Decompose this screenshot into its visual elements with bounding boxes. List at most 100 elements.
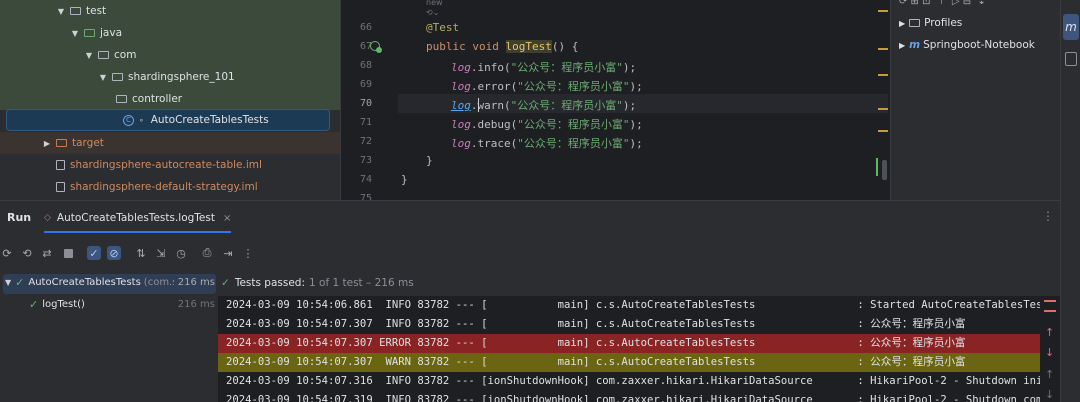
warning-mark[interactable] [878, 10, 888, 12]
string-token: "公众号：程序员小富" [510, 61, 623, 74]
chevron-right-icon[interactable]: ▶ [899, 41, 905, 50]
console-line: 2024-03-09 10:54:06.861 INFO 83782 --- [… [226, 299, 1040, 311]
console-line-warn: 2024-03-09 10:54:07.307 WARN 83782 --- [… [218, 353, 1040, 372]
test-suite-package: (com.sha [143, 277, 174, 288]
editor-scrollbar-thumb[interactable] [882, 160, 887, 180]
arrow-down-icon[interactable]: ↓ [1045, 346, 1054, 359]
method-name-token: logTest [505, 40, 552, 53]
test-method-label: logTest() [42, 299, 85, 310]
folder-icon [70, 7, 81, 15]
chevron-down-icon[interactable]: ▼ [5, 278, 11, 287]
export-icon[interactable]: ⎙ [200, 246, 214, 260]
warning-mark[interactable] [878, 130, 888, 132]
code-token: .error( [470, 80, 518, 93]
package-icon [112, 73, 123, 81]
line-number: 74 [359, 174, 372, 185]
test-suite-label: AutoCreateTablesTests [28, 277, 141, 288]
run-tab-label: AutoCreateTablesTests.logTest [56, 212, 215, 224]
test-duration: 216 ms [177, 299, 215, 310]
folder-icon [909, 19, 921, 27]
code-line: log.info("公众号：程序员小富"); [451, 59, 636, 75]
warning-mark[interactable] [878, 74, 888, 76]
maven-item-profiles[interactable]: ▶ Profiles [899, 17, 962, 29]
line-number: 68 [359, 60, 372, 71]
code-line: @Test [426, 21, 459, 34]
line-number: 66 [359, 22, 372, 33]
test-suite-row[interactable]: ▼ ✓ AutoCreateTablesTests (com.sha 216 m… [5, 276, 215, 289]
test-marker-icon: ⚬ [138, 115, 145, 125]
test-method-row[interactable]: ✓ logTest() 216 ms [29, 298, 215, 311]
chevron-right-icon[interactable]: ▶ [899, 19, 905, 28]
warning-mark[interactable] [878, 108, 888, 110]
tree-item-label: shardingsphere-autocreate-table.iml [70, 159, 262, 171]
code-line: log.trace("公众号：程序员小富"); [451, 135, 643, 151]
chevron-down-icon[interactable]: ▼ [84, 51, 94, 60]
code-line: } [426, 154, 433, 167]
error-mark[interactable] [1044, 310, 1056, 312]
test-results-tree: ▼ ✓ AutoCreateTablesTests (com.sha 216 m… [0, 270, 219, 402]
error-mark[interactable] [1044, 300, 1056, 302]
toggle-auto-test-icon[interactable]: ⇄ [40, 246, 54, 260]
text-cursor [478, 98, 479, 112]
maven-item-project[interactable]: ▶ m Springboot-Notebook [899, 39, 1035, 51]
maven-tool-button[interactable]: m [1063, 14, 1079, 40]
log-variable-token[interactable]: log [451, 99, 471, 112]
toolbar-icons[interactable]: ⟳ ⊞ ⊡ ⊤ ▷ ⊟ ⇣ [899, 0, 986, 7]
package-icon [116, 95, 127, 103]
inlay-hint: new [426, 0, 443, 7]
chevron-down-icon[interactable]: ▼ [70, 29, 80, 38]
console-side-toolbar: ↑ ↓ ↑ ↓ [1040, 296, 1060, 402]
keyword-token: void [472, 40, 499, 53]
rerun-failed-icon[interactable]: ⟲ [20, 246, 34, 260]
tree-item-autocreatetablestests[interactable]: C ⚬ AutoCreateTablesTests [6, 109, 330, 131]
import-icon[interactable]: ⇥ [221, 246, 235, 260]
file-icon [56, 182, 65, 192]
chevron-down-icon[interactable]: ▼ [56, 7, 66, 16]
maven-tool-label: m [1065, 20, 1077, 34]
line-number: 70 [359, 98, 372, 109]
stop-icon[interactable] [61, 246, 75, 260]
arrow-up-icon[interactable]: ↑ [1045, 326, 1054, 339]
console-line: 2024-03-09 10:54:07.316 INFO 83782 --- [… [226, 375, 1040, 387]
log-variable-token: log [451, 118, 471, 131]
annotation-token: @Test [426, 21, 460, 34]
chevron-right-icon[interactable]: ▶ [42, 139, 52, 148]
tree-item-test[interactable]: ▼ test [0, 0, 396, 22]
sort-duration-icon[interactable]: ⇲ [154, 246, 168, 260]
tree-item-label: AutoCreateTablesTests [150, 114, 269, 126]
console-output[interactable]: 2024-03-09 10:54:06.861 INFO 83782 --- [… [218, 296, 1040, 402]
code-line: log.error("公众号：程序员小富"); [451, 78, 643, 94]
scroll-up-icon[interactable]: ↑ [1045, 368, 1054, 381]
close-icon[interactable]: × [223, 213, 231, 224]
tree-item-target[interactable]: ▶ target [0, 132, 382, 154]
line-number: 67 [359, 41, 372, 52]
run-tab[interactable]: ◇ AutoCreateTablesTests.logTest × [44, 205, 232, 233]
run-test-gutter-icon[interactable] [370, 41, 382, 53]
folder-icon [84, 29, 95, 37]
line-number: 69 [359, 79, 372, 90]
tree-item-iml-file[interactable]: shardingsphere-default-strategy.iml [0, 176, 392, 198]
line-number: 72 [359, 136, 372, 147]
show-ignored-icon[interactable]: ⊘ [107, 246, 121, 260]
code-token: } [426, 154, 433, 167]
console-line-error: 2024-03-09 10:54:07.307 ERROR 83782 --- … [218, 334, 1040, 353]
log-variable-token: log [451, 61, 471, 74]
scroll-down-icon[interactable]: ↓ [1045, 388, 1054, 401]
code-line: public void logTest() { [426, 40, 578, 53]
more-icon[interactable]: ⋮ [1042, 209, 1054, 223]
string-token: "公众号：程序员小富" [517, 80, 630, 93]
database-icon[interactable] [1065, 52, 1077, 66]
chevron-down-icon[interactable]: ▼ [98, 73, 108, 82]
rerun-icon[interactable]: ⟳ [0, 246, 14, 260]
more-options-icon[interactable]: ⋮ [241, 246, 255, 260]
run-title: Run [7, 211, 32, 224]
sort-icon[interactable]: ⇅ [134, 246, 148, 260]
run-tool-window-header: Run ◇ AutoCreateTablesTests.logTest × ⋮ [0, 200, 1060, 235]
show-passed-icon[interactable]: ✓ [87, 246, 101, 260]
check-icon: ✓ [221, 277, 230, 289]
warning-mark[interactable] [878, 48, 888, 50]
history-icon[interactable]: ◷ [174, 246, 188, 260]
code-token: } [401, 173, 408, 186]
tree-item-iml-file[interactable]: shardingsphere-autocreate-table.iml [0, 154, 392, 176]
console-line: 2024-03-09 10:54:07.319 INFO 83782 --- [… [226, 394, 1040, 402]
